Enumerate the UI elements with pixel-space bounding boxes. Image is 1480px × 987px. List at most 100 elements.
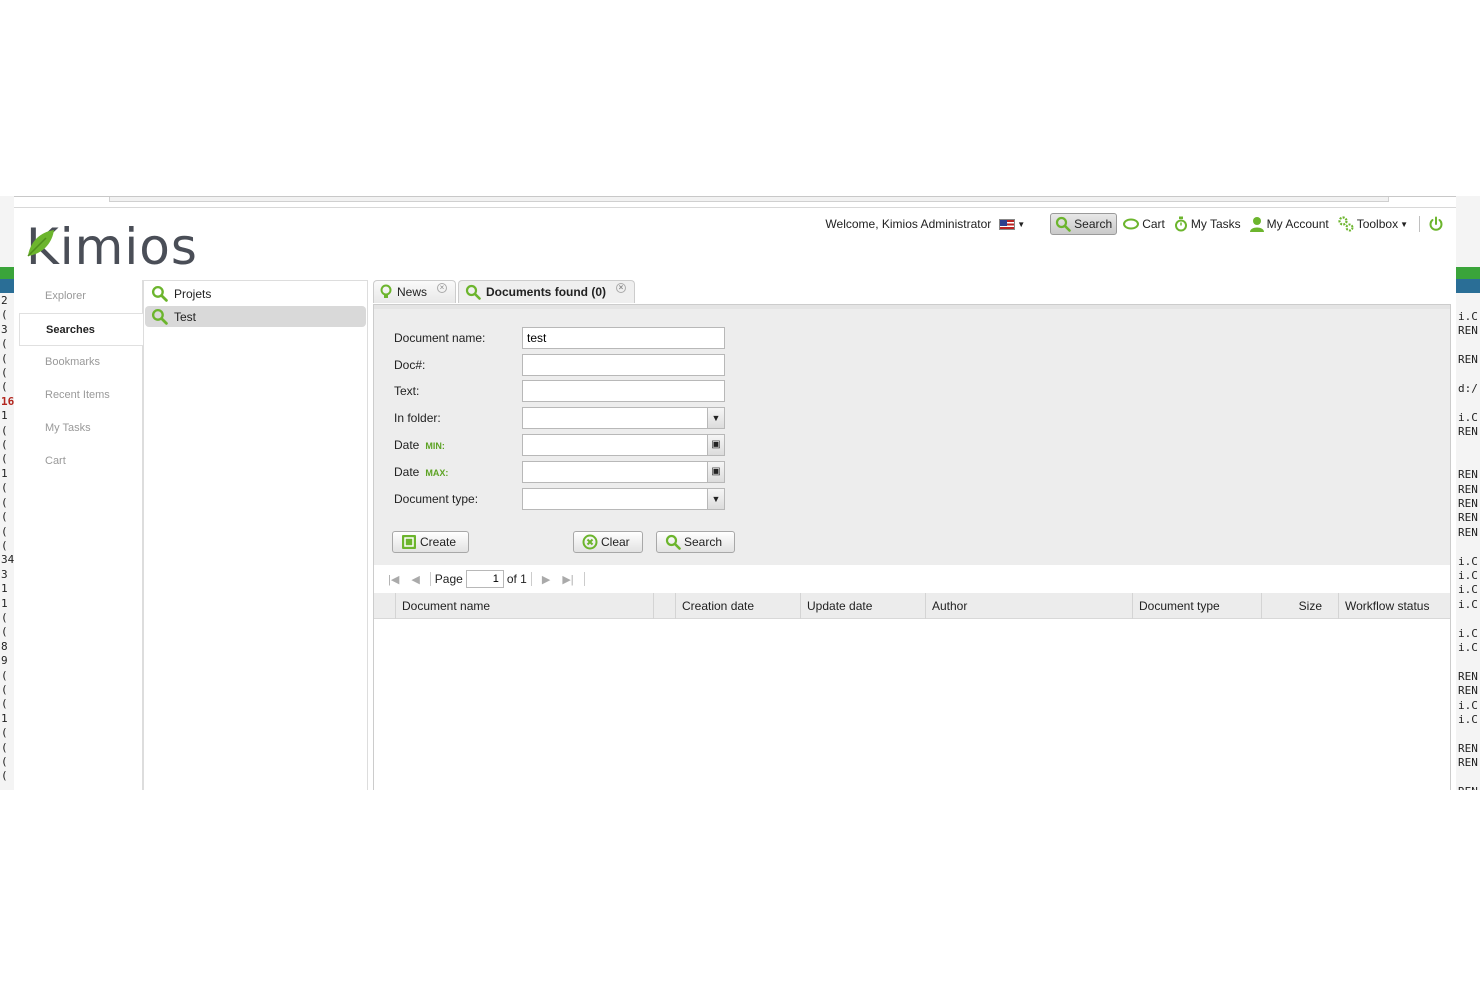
terminal-line: 1 (1, 409, 8, 423)
grid-col-author[interactable]: Author (926, 593, 1133, 619)
saved-search-label: Test (174, 309, 197, 324)
document-name-label: Document name: (394, 331, 486, 345)
stopwatch-icon (1174, 216, 1187, 232)
terminal-line: REN (1458, 497, 1478, 511)
clear-icon (582, 534, 598, 550)
terminal-line: REN (1458, 468, 1478, 482)
saved-search-label: Projets (174, 286, 212, 301)
previous-page-icon[interactable]: ◀ (411, 573, 419, 586)
toolbox-menu-button[interactable]: Toolbox ▼ (1335, 213, 1411, 235)
grid-col-size[interactable]: Size (1262, 593, 1339, 619)
nav-item-my-tasks[interactable]: My Tasks (19, 412, 142, 445)
first-page-icon[interactable]: |◀ (388, 573, 399, 586)
calendar-icon[interactable]: ▣ (707, 435, 724, 455)
kimios-logo: Kimios (26, 222, 198, 272)
kimios-window: Kimios Welcome, Kimios Administrator ▼ S… (14, 196, 1456, 790)
terminal-line: ( (1, 726, 8, 740)
terminal-line: ( (1, 510, 8, 524)
us-flag-icon[interactable] (999, 218, 1016, 230)
search-button[interactable]: Search (656, 531, 736, 553)
grid-col-document-type[interactable]: Document type (1133, 593, 1262, 619)
chevron-down-icon: ▼ (1400, 219, 1408, 229)
user-icon (1249, 217, 1264, 232)
terminal-line: 16 (1, 394, 14, 408)
terminal-right-lines: i.C REN REN d:/i.C REN REN REN REN REN REN i.C i.C i… (1458, 310, 1478, 790)
terminal-line: i.C (1458, 583, 1478, 597)
terminal-line: REN (1458, 425, 1478, 439)
text-label: Text: (394, 384, 420, 398)
next-page-icon[interactable]: ▶ (542, 573, 550, 586)
screen: 2(3((((16 1(((1(((((34 3 1 1((8 9(((1(((( i.C… (0, 196, 1480, 790)
chevron-down-icon[interactable]: ▼ (707, 489, 724, 509)
terminal-line: i.C (1458, 626, 1478, 640)
power-icon[interactable] (1428, 216, 1444, 232)
my-account-menu-label: My Account (1266, 217, 1329, 231)
text-input[interactable] (522, 380, 725, 402)
clear-button[interactable]: Clear (573, 531, 643, 553)
terminal-line: ( (1, 351, 8, 365)
form-row-document-name: Document name: (394, 327, 725, 349)
terminal-line: ( (1, 380, 8, 394)
page-number-input[interactable] (465, 570, 504, 588)
terminal-line: REN (1458, 482, 1478, 496)
calendar-icon[interactable]: ▣ (707, 462, 724, 482)
terminal-line: ( (1, 682, 8, 696)
nav-item-cart[interactable]: Cart (19, 445, 142, 478)
terminal-line: REN (1458, 741, 1478, 755)
my-tasks-menu-button[interactable]: My Tasks (1171, 213, 1244, 235)
doc-number-input[interactable] (522, 354, 725, 376)
search-icon (151, 308, 168, 325)
terminal-line: ( (1, 610, 8, 624)
date-max-input[interactable]: ▣ (522, 461, 725, 483)
terminal-line: i.C (1458, 410, 1478, 424)
min-tag: MIN: (425, 441, 445, 451)
results-grid-header: Document name Creation date Update date … (374, 593, 1450, 619)
close-icon[interactable]: × (616, 283, 627, 293)
pager-divider (583, 572, 585, 586)
grid-col-workflow-status[interactable]: Workflow status (1339, 593, 1450, 619)
terminal-line: i.C (1458, 310, 1478, 323)
grid-col-update-date[interactable]: Update date (801, 593, 926, 619)
terminal-line: i.C (1458, 698, 1478, 712)
last-page-icon[interactable]: ▶| (562, 573, 573, 586)
close-icon[interactable]: × (437, 283, 448, 293)
chevron-down-icon[interactable]: ▼ (707, 408, 724, 428)
form-row-date-max: Date MAX: ▣ (394, 461, 725, 483)
terminal-line: 1 (1, 596, 8, 610)
date-min-input[interactable]: ▣ (522, 434, 725, 456)
create-button[interactable]: Create (392, 531, 470, 553)
terminal-left-lines: 2(3((((16 1(((1(((((34 3 1 1((8 9(((1(((( (1, 294, 14, 784)
gears-icon (1338, 216, 1354, 232)
welcome-text: Welcome, Kimios Administrator (825, 217, 992, 231)
chevron-down-icon[interactable]: ▼ (1017, 220, 1025, 229)
nav-item-recent-items[interactable]: Recent Items (19, 379, 142, 412)
terminal-line: ( (1, 538, 8, 552)
form-row-date-min: Date MIN: ▣ (394, 434, 725, 456)
document-type-select[interactable]: ▼ (522, 488, 725, 510)
document-name-input[interactable] (522, 327, 725, 349)
nav-item-explorer[interactable]: Explorer (19, 280, 142, 313)
pager-toolbar: |◀ ◀ Page of 1 ▶ ▶| (374, 566, 1450, 592)
form-row-document-type: Document type: ▼ (394, 488, 725, 510)
saved-search-projets[interactable]: Projets (145, 283, 366, 304)
saved-search-test[interactable]: Test (145, 306, 366, 327)
date-label: Date (394, 438, 420, 452)
grid-col-creation-date[interactable]: Creation date (676, 593, 801, 619)
tab-news[interactable]: News × (373, 280, 457, 303)
form-row-text: Text: (394, 380, 725, 402)
nav-item-bookmarks[interactable]: Bookmarks (19, 346, 142, 379)
create-search-icon (402, 535, 416, 549)
documents-found-panel: Document name: Doc#: Text: In folde (373, 304, 1451, 790)
nav-item-searches[interactable]: Searches (19, 313, 143, 346)
my-account-menu-button[interactable]: My Account (1247, 213, 1332, 235)
tab-documents-found[interactable]: Documents found (0) × (458, 280, 636, 303)
in-folder-select[interactable]: ▼ (522, 407, 725, 429)
terminal-line: ( (1, 495, 8, 509)
cart-menu-button[interactable]: Cart (1120, 213, 1168, 235)
my-tasks-menu-label: My Tasks (1190, 217, 1241, 231)
terminal-line: REN (1458, 785, 1478, 790)
kimios-app: Kimios Welcome, Kimios Administrator ▼ S… (14, 207, 1456, 790)
search-menu-button[interactable]: Search (1050, 213, 1118, 235)
grid-col-document-name[interactable]: Document name (396, 593, 654, 619)
